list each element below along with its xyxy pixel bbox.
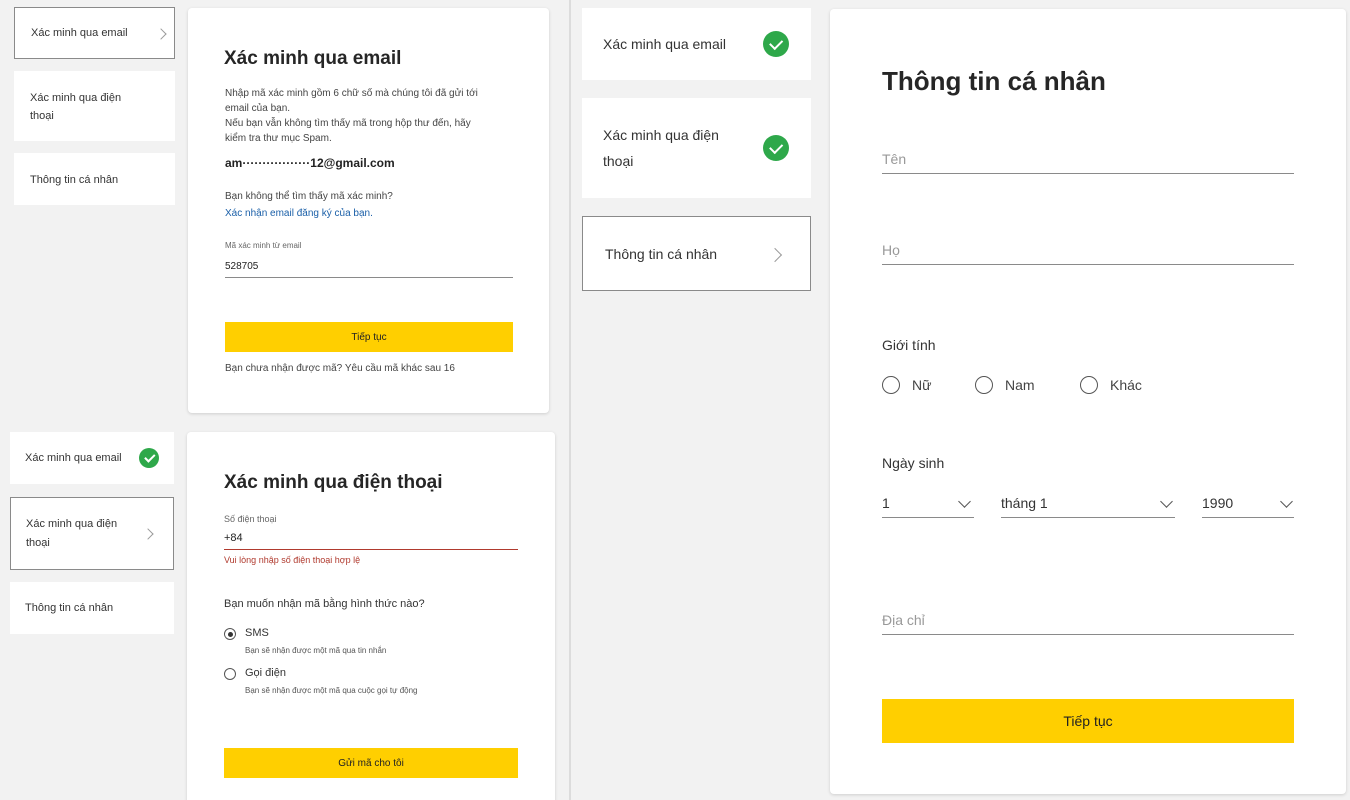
gender-female-radio[interactable] (882, 376, 900, 394)
personal-info-card: Thông tin cá nhân Tên Họ Giới tính Nữ Na… (830, 9, 1346, 794)
email-desc-1: Nhập mã xác minh gồm 6 chữ số mà chúng t… (225, 88, 478, 99)
step-personal-active-large[interactable]: Thông tin cá nhân (582, 216, 811, 291)
dob-month-underline (1001, 517, 1175, 518)
chevron-right-icon (142, 528, 154, 540)
sms-label: SMS (245, 627, 269, 639)
gender-label: Giới tính (882, 337, 936, 353)
dob-year-value: 1990 (1202, 495, 1234, 511)
dob-year-underline (1202, 517, 1294, 518)
email-card-title: Xác minh qua email (224, 48, 402, 69)
step-email-label: Xác minh qua email (25, 452, 122, 464)
gender-other-radio[interactable] (1080, 376, 1098, 394)
email-desc-2: email của bạn. (225, 103, 291, 114)
step-phone-label-line2: thoại (603, 153, 634, 169)
phone-number-input[interactable]: +84 (224, 532, 243, 544)
gender-male-radio[interactable] (975, 376, 993, 394)
step-email-done-large[interactable]: Xác minh qua email (582, 8, 811, 80)
personal-card-title: Thông tin cá nhân (882, 66, 1106, 96)
phone-verification-card: Xác minh qua điện thoại Số điện thoại +8… (187, 432, 555, 800)
step-personal-label: Thông tin cá nhân (605, 246, 718, 262)
step-email-done[interactable]: Xác minh qua email (10, 432, 174, 484)
step-phone-label-line2: thoại (26, 537, 50, 549)
dob-label: Ngày sinh (882, 455, 945, 471)
chevron-right-icon (155, 28, 167, 40)
gender-male-label: Nam (1005, 377, 1035, 393)
phone-number-label: Số điện thoại (224, 514, 277, 524)
email-desc-4: kiểm tra thư mục Spam. (225, 133, 332, 144)
step-personal-label: Thông tin cá nhân (30, 174, 119, 186)
email-code-label: Mã xác minh từ email (225, 241, 302, 250)
dob-month-value: tháng 1 (1001, 495, 1048, 511)
cant-find-code-text: Bạn không thể tìm thấy mã xác minh? (225, 191, 393, 202)
step-phone-label-line1: Xác minh qua điện (30, 92, 122, 104)
step-email-label: Xác minh qua email (31, 27, 128, 39)
dob-day-select[interactable]: 1 (882, 491, 974, 518)
checkmark-icon (139, 448, 159, 468)
phone-number-underline (224, 549, 518, 550)
phone-error-text: Vui lòng nhập số điện thoại hợp lệ (224, 555, 361, 565)
vertical-divider (569, 0, 571, 800)
personal-continue-button[interactable]: Tiếp tục (882, 699, 1294, 743)
call-label: Gọi điện (245, 667, 286, 679)
email-code-input[interactable]: 528705 (225, 261, 258, 272)
step-email[interactable]: Xác minh qua email (14, 7, 175, 59)
chevron-down-icon (958, 495, 971, 508)
step-personal[interactable]: Thông tin cá nhân (14, 153, 175, 205)
checkmark-icon (763, 31, 789, 57)
chevron-down-icon (1280, 495, 1293, 508)
email-desc-3: Nếu bạn vẫn không tìm thấy mã trong hộp … (225, 118, 471, 129)
address-underline (882, 634, 1294, 635)
chevron-right-icon (767, 247, 783, 263)
sms-radio[interactable] (224, 628, 236, 640)
resend-code-text: Bạn chưa nhận được mã? Yêu cầu mã khác s… (225, 363, 455, 374)
address-input[interactable]: Địa chỉ (882, 612, 925, 628)
step-personal[interactable]: Thông tin cá nhân (10, 582, 174, 634)
email-verification-card: Xác minh qua email Nhập mã xác minh gồm … (188, 8, 549, 413)
last-name-input[interactable]: Họ (882, 242, 900, 258)
gender-female-label: Nữ (912, 377, 932, 393)
confirm-email-link[interactable]: Xác nhận email đăng ký của bạn. (225, 208, 373, 219)
step-personal-label: Thông tin cá nhân (25, 602, 114, 614)
phone-card-title: Xác minh qua điện thoại (224, 472, 443, 493)
step-phone-label-line1: Xác minh qua điện (603, 127, 719, 143)
checkmark-icon (763, 135, 789, 161)
step-phone-done-large[interactable]: Xác minh qua điện thoại (582, 98, 811, 198)
email-continue-button[interactable]: Tiếp tục (225, 322, 513, 352)
call-desc: Bạn sẽ nhận được một mã qua cuộc gọi tự … (245, 686, 418, 695)
step-phone-active[interactable]: Xác minh qua điện thoại (10, 497, 174, 570)
dob-month-select[interactable]: tháng 1 (1001, 491, 1175, 518)
step-email-label: Xác minh qua email (603, 36, 726, 52)
step-phone-label-line1: Xác minh qua điện (26, 518, 118, 530)
gender-other-label: Khác (1110, 377, 1142, 393)
last-name-underline (882, 264, 1294, 265)
delivery-method-question: Bạn muốn nhận mã bằng hình thức nào? (224, 598, 425, 610)
email-code-underline (225, 277, 513, 278)
first-name-underline (882, 173, 1294, 174)
sms-desc: Bạn sẽ nhận được một mã qua tin nhắn (245, 646, 387, 655)
call-radio[interactable] (224, 668, 236, 680)
step-phone[interactable]: Xác minh qua điện thoại (14, 71, 175, 141)
step-phone-label-line2: thoại (30, 110, 54, 122)
masked-email: am·················12@gmail.com (225, 156, 395, 170)
dob-year-select[interactable]: 1990 (1202, 491, 1294, 518)
send-code-button[interactable]: Gửi mã cho tôi (224, 748, 518, 778)
dob-day-value: 1 (882, 495, 890, 511)
first-name-input[interactable]: Tên (882, 151, 906, 167)
dob-day-underline (882, 517, 974, 518)
chevron-down-icon (1160, 495, 1173, 508)
